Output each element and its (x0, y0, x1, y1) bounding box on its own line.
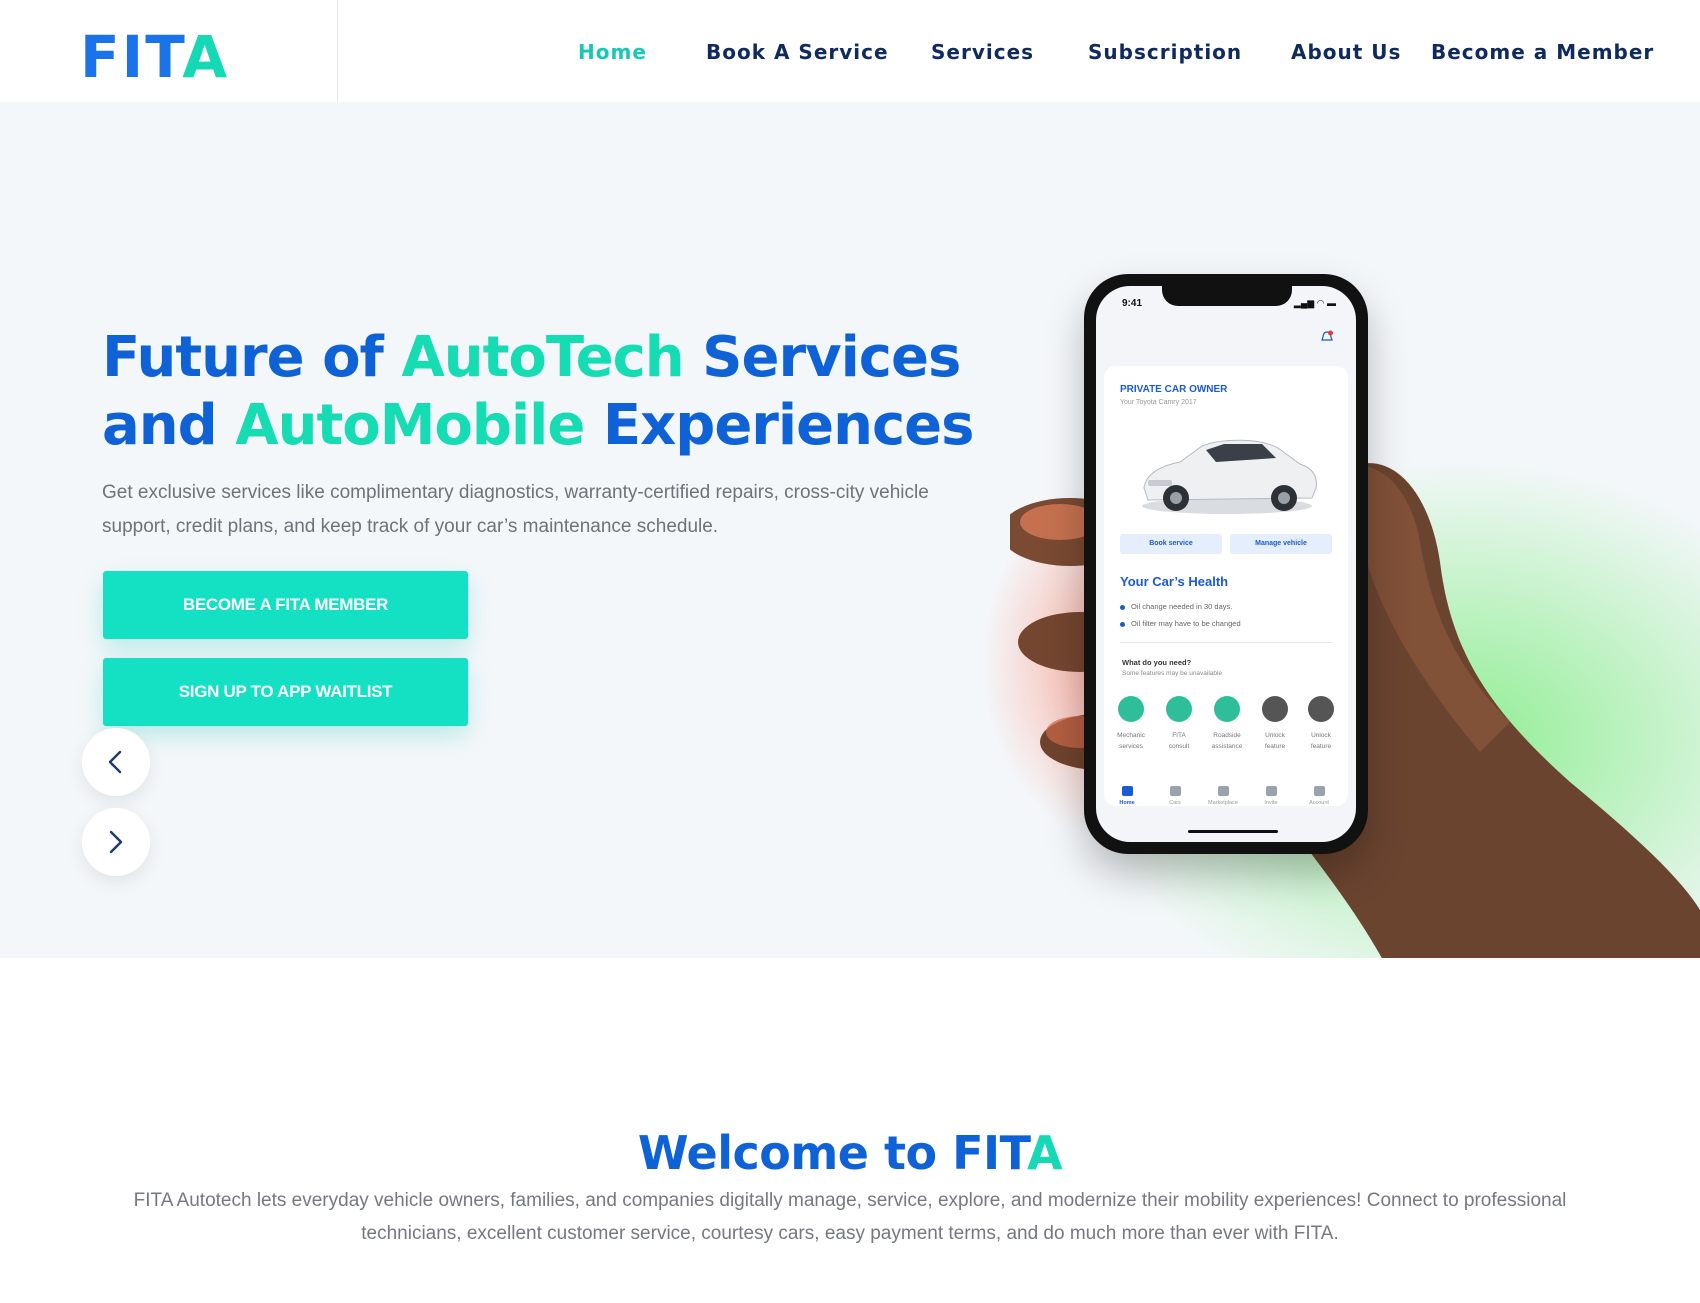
home-indicator (1188, 830, 1278, 833)
phone-screen: 9:41 ▂▄▆ ◠ ▬ PRIVATE CAR OWNER Your Toyo… (1096, 286, 1356, 842)
phone-tab-home[interactable]: Home (1104, 786, 1150, 806)
phone-tab-cars[interactable]: Cars (1152, 786, 1198, 806)
car-health-title: Your Car’s Health (1120, 574, 1229, 589)
become-member-button[interactable]: BECOME A FITA MEMBER (103, 571, 468, 639)
consult-icon (1166, 696, 1192, 722)
phone-tab-invite[interactable]: Invite (1248, 786, 1294, 806)
car-icon (1169, 786, 1181, 796)
feature-unlock-2[interactable]: Unlock feature (1298, 696, 1344, 752)
phone-mockup: 9:41 ▂▄▆ ◠ ▬ PRIVATE CAR OWNER Your Toyo… (1084, 274, 1368, 854)
hero-description: Get exclusive services like complimentar… (102, 482, 929, 537)
gift-icon (1265, 786, 1277, 796)
nav-services[interactable]: Services (931, 40, 1034, 64)
chevron-left-icon (108, 750, 122, 774)
feature-unlock-1[interactable]: Unlock feature (1252, 696, 1298, 752)
vehicle-card: PRIVATE CAR OWNER Your Toyota Camry 2017… (1104, 366, 1348, 806)
signal-battery-icon: ▂▄▆ ◠ ▬ (1293, 298, 1336, 308)
roadside-icon (1214, 696, 1240, 722)
slider-next-button[interactable] (82, 808, 150, 876)
need-title: What do you need? (1122, 658, 1192, 667)
lock-icon (1308, 696, 1334, 722)
manage-vehicle-button[interactable]: Manage vehicle (1230, 534, 1332, 554)
mechanic-icon (1118, 696, 1144, 722)
hero-title: Future of AutoTech Services and AutoMobi… (102, 325, 974, 458)
feature-roadside[interactable]: Roadside assistance (1204, 696, 1250, 752)
lock-icon (1262, 696, 1288, 722)
home-icon (1121, 786, 1133, 796)
nav-subscription[interactable]: Subscription (1088, 40, 1242, 64)
phone-notch (1162, 286, 1292, 306)
owner-label: PRIVATE CAR OWNER (1120, 384, 1228, 395)
book-service-button[interactable]: Book service (1120, 534, 1222, 554)
nav-about-us[interactable]: About Us (1291, 40, 1401, 64)
car-name: Your Toyota Camry 2017 (1120, 399, 1197, 406)
welcome-title: Welcome to FITA (637, 1126, 1063, 1180)
store-icon (1217, 786, 1229, 796)
welcome-description: FITA Autotech lets everyday vehicle owne… (133, 1190, 1567, 1244)
nav-home[interactable]: Home (578, 40, 647, 64)
health-item: Oil change needed in 30 days. (1120, 598, 1241, 615)
hero-section: Future of AutoTech Services and AutoMobi… (0, 102, 1700, 958)
need-subtitle: Some features may be unavailable (1122, 670, 1223, 677)
main-nav: Home Book A Service Services Subscriptio… (0, 40, 1700, 64)
app-waitlist-button[interactable]: SIGN UP TO APP WAITLIST (103, 658, 468, 726)
nav-book-a-service[interactable]: Book A Service (706, 40, 889, 64)
user-icon (1313, 786, 1325, 796)
phone-tab-bar: Home Cars Marketplace Invite Account (1096, 786, 1356, 826)
car-health-list: Oil change needed in 30 days. Oil filter… (1120, 598, 1241, 632)
car-image (1142, 439, 1317, 514)
phone-tab-account[interactable]: Account (1296, 786, 1342, 806)
slider-prev-button[interactable] (82, 728, 150, 796)
feature-fita-consult[interactable]: FITA consult (1156, 696, 1202, 752)
card-actions: Book service Manage vehicle (1120, 534, 1332, 554)
divider (1120, 642, 1332, 643)
chevron-right-icon (109, 830, 123, 854)
status-time: 9:41 (1122, 298, 1143, 309)
phone-tab-marketplace[interactable]: Marketplace (1200, 786, 1246, 806)
health-item: Oil filter may have to be changed (1120, 615, 1241, 632)
bell-icon (1321, 330, 1333, 341)
site-header: FITA Home Book A Service Services Subscr… (0, 0, 1700, 102)
feature-mechanic[interactable]: Mechanic services (1108, 696, 1154, 752)
nav-become-a-member[interactable]: Become a Member (1431, 40, 1654, 64)
